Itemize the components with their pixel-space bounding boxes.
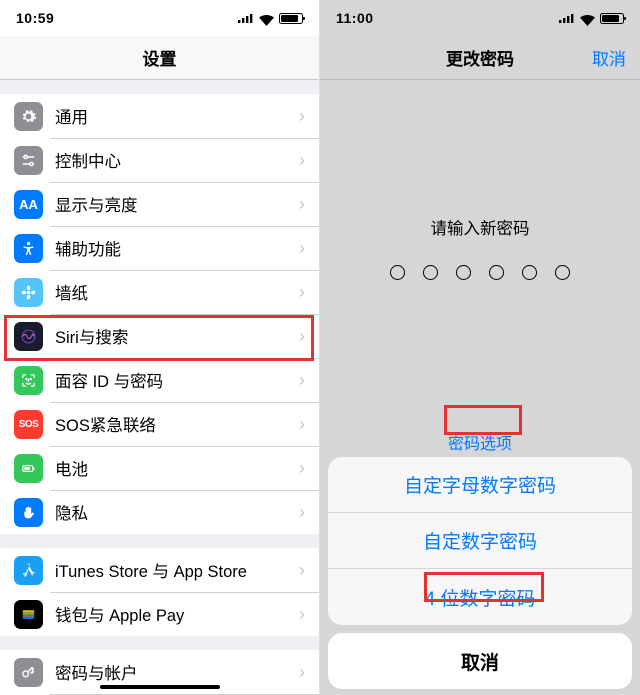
passcode-dot [555,265,570,280]
sheet-4digit-button[interactable]: 4 位数字密码 [328,569,632,625]
row-siri[interactable]: Siri与搜索 › [0,314,319,358]
flower-icon [14,278,43,307]
chevron-right-icon: › [299,326,305,347]
status-bar: 11:00 [320,0,640,36]
row-wallpaper[interactable]: 墙纸 › [0,270,319,314]
sheet-btn-label: 自定数字密码 [423,527,537,554]
row-itunes[interactable]: iTunes Store 与 App Store › [0,548,319,592]
nav-bar: 设置 [0,36,319,80]
row-label: Siri与搜索 [55,324,299,348]
signal-icon [559,13,575,23]
wallet-icon [14,600,43,629]
row-label: 墙纸 [55,280,299,304]
row-accessibility[interactable]: 辅助功能 › [0,226,319,270]
passcode-dot [390,265,405,280]
battery-icon [14,454,43,483]
chevron-right-icon: › [299,458,305,479]
sheet-cancel-button[interactable]: 取消 [328,633,632,689]
row-display[interactable]: AA 显示与亮度 › [0,182,319,226]
appstore-icon [14,556,43,585]
row-label: 显示与亮度 [55,192,299,216]
action-sheet-group: 自定字母数字密码 自定数字密码 4 位数字密码 [328,457,632,625]
home-indicator [100,685,220,689]
row-label: 辅助功能 [55,236,299,260]
chevron-right-icon: › [299,662,305,683]
status-time: 11:00 [336,10,374,26]
gear-icon [14,102,43,131]
status-bar: 10:59 [0,0,319,36]
sliders-icon [14,146,43,175]
passcode-prompt: 请输入新密码 [320,215,640,239]
sheet-alnum-button[interactable]: 自定字母数字密码 [328,457,632,513]
chevron-right-icon: › [299,150,305,171]
status-indicators [559,13,624,24]
settings-list: 通用 › 控制中心 › AA 显示与亮度 › 辅助功能 › [0,80,319,695]
chevron-right-icon: › [299,282,305,303]
chevron-right-icon: › [299,194,305,215]
chevron-right-icon: › [299,560,305,581]
signal-icon [238,13,254,23]
chevron-right-icon: › [299,106,305,127]
row-label: 控制中心 [55,148,299,172]
status-indicators [238,13,303,24]
row-label: 通用 [55,104,299,128]
row-label: 钱包与 Apple Pay [55,602,299,626]
chevron-right-icon: › [299,370,305,391]
chevron-right-icon: › [299,414,305,435]
row-label: 面容 ID 与密码 [55,368,299,392]
row-privacy[interactable]: 隐私 › [0,490,319,534]
battery-icon [600,13,624,24]
chevron-right-icon: › [299,604,305,625]
sheet-btn-label: 自定字母数字密码 [404,471,556,498]
row-label: SOS紧急联络 [55,412,299,436]
passcode-dots [320,265,640,280]
passcode-dot [489,265,504,280]
phone-passcode: 11:00 更改密码 取消 请输入新密码 密码 [320,0,640,695]
battery-icon [279,13,303,24]
chevron-right-icon: › [299,502,305,523]
row-label: 隐私 [55,500,299,524]
sheet-cancel-label: 取消 [461,648,499,675]
row-sos[interactable]: SOS SOS紧急联络 › [0,402,319,446]
faceid-icon [14,366,43,395]
passcode-options-label: 密码选项 [448,436,512,453]
passcode-options-link[interactable]: 密码选项 [320,430,640,454]
nav-title: 更改密码 [446,45,514,70]
status-time: 10:59 [16,10,54,26]
key-icon [14,658,43,687]
wifi-icon [259,13,274,24]
phone-settings: 10:59 设置 通用 › [0,0,320,695]
passcode-dot [522,265,537,280]
row-faceid[interactable]: 面容 ID 与密码 › [0,358,319,402]
nav-title: 设置 [143,45,177,70]
sheet-numeric-button[interactable]: 自定数字密码 [328,513,632,569]
row-general[interactable]: 通用 › [0,94,319,138]
text-size-icon: AA [14,190,43,219]
nav-cancel-button[interactable]: 取消 [592,45,626,70]
hand-icon [14,498,43,527]
sheet-btn-label: 4 位数字密码 [425,584,536,611]
row-battery[interactable]: 电池 › [0,446,319,490]
passcode-dot [456,265,471,280]
nav-bar: 更改密码 取消 [320,36,640,80]
row-label: 密码与帐户 [55,660,299,684]
siri-icon [14,322,43,351]
action-sheet: 自定字母数字密码 自定数字密码 4 位数字密码 取消 [328,457,632,689]
accessibility-icon [14,234,43,263]
row-control-center[interactable]: 控制中心 › [0,138,319,182]
row-label: 电池 [55,456,299,480]
row-wallet[interactable]: 钱包与 Apple Pay › [0,592,319,636]
chevron-right-icon: › [299,238,305,259]
sos-icon: SOS [14,410,43,439]
wifi-icon [580,13,595,24]
row-label: iTunes Store 与 App Store [55,558,299,582]
passcode-dot [423,265,438,280]
